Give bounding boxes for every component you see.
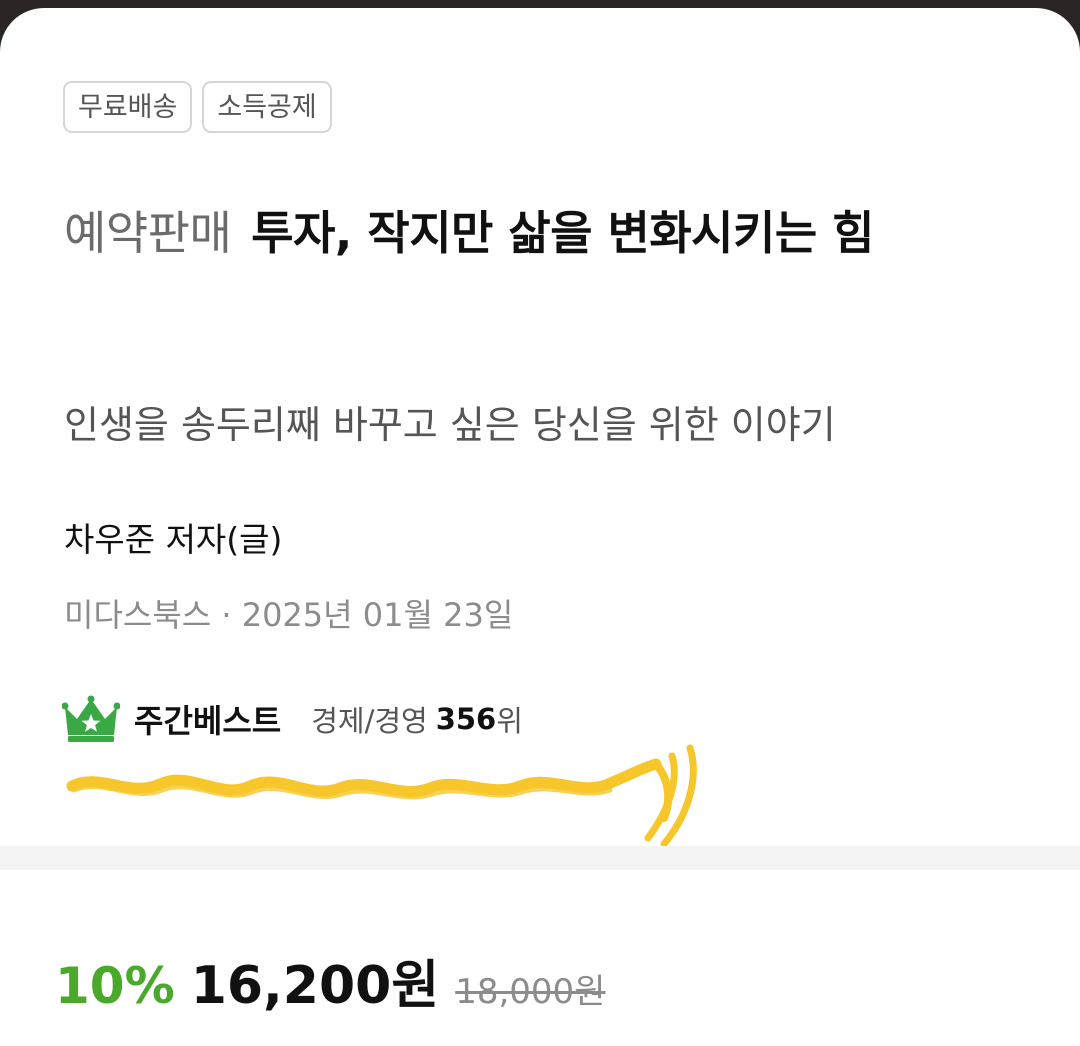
original-price: 18,000원: [455, 972, 606, 1012]
free-shipping-badge: 무료배송: [63, 81, 193, 133]
book-title-text: 투자, 작지만 삶을 변화시키는 힘: [251, 206, 874, 260]
price-row: 10% 16,200원 18,000원: [55, 943, 605, 1018]
yellow-scribble-annotation: [66, 744, 697, 848]
presale-label: 예약판매: [64, 206, 232, 260]
publisher-date: 미다스북스 · 2025년 01월 23일: [64, 596, 514, 634]
sale-price: 16,200원: [190, 956, 440, 1016]
author-link[interactable]: 차우준 저자(글): [64, 520, 282, 560]
book-subtitle: 인생을 송두리째 바꾸고 싶은 당신을 위한 이야기: [64, 403, 836, 447]
rank-unit: 위: [496, 704, 523, 738]
section-divider: [0, 846, 1080, 870]
weekly-best-label: 주간베스트: [134, 702, 282, 740]
book-title: 예약판매 투자, 작지만 삶을 변화시키는 힘: [64, 186, 1024, 281]
rank-category: 경제/경영: [311, 704, 428, 738]
rank-number: 356: [435, 702, 497, 736]
discount-rate: 10%: [55, 957, 175, 1015]
weekly-best-ranking[interactable]: 주간베스트 경제/경영 356 위: [62, 695, 523, 743]
crown-icon: [62, 695, 120, 742]
tax-deduction-badge: 소득공제: [202, 81, 332, 133]
product-info-card: 무료배송 소득공제 예약판매 투자, 작지만 삶을 변화시키는 힘 인생을 송두리…: [0, 8, 1080, 1046]
badge-list: 무료배송 소득공제: [63, 81, 332, 133]
